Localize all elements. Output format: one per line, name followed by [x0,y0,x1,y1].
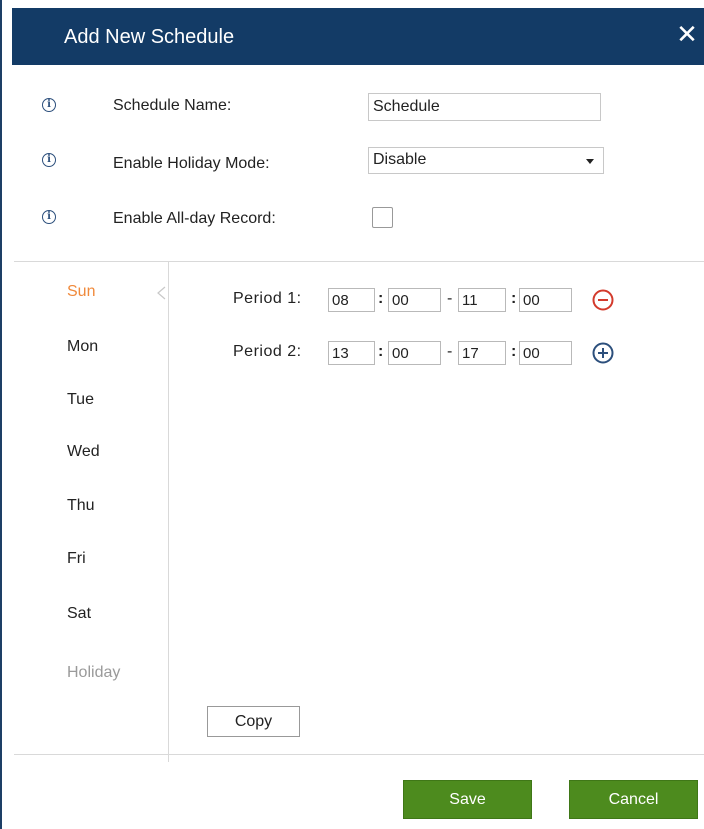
add-schedule-dialog: Add New Schedule ✕ i Schedule Name: i En… [0,0,704,829]
period-1-end-minute-input[interactable] [519,288,572,312]
holiday-mode-value: Disable [373,151,427,168]
info-icon[interactable]: i [42,98,56,112]
day-tab-sat[interactable]: Sat [67,605,91,623]
day-tab-sun[interactable]: Sun [67,283,95,301]
period-1-end-hour-input[interactable] [458,288,506,312]
info-icon[interactable]: i [42,153,56,167]
save-button[interactable]: Save [403,780,532,819]
close-icon[interactable]: ✕ [674,21,700,47]
bottom-divider [14,754,704,755]
holiday-mode-label: Enable Holiday Mode: [113,155,270,172]
day-tab-thu[interactable]: Thu [67,497,95,515]
time-colon: : [378,290,384,307]
day-tab-holiday[interactable]: Holiday [67,664,120,682]
holiday-mode-select[interactable]: Disable [368,147,604,174]
cancel-button[interactable]: Cancel [569,780,698,819]
allday-record-checkbox[interactable] [372,207,393,228]
chevron-left-icon [157,286,166,300]
plus-circle-icon[interactable] [592,342,614,364]
minus-circle-icon[interactable] [592,289,614,311]
period-label: Period 1: [233,290,302,307]
time-colon: : [511,290,517,307]
period-2-start-minute-input[interactable] [388,341,441,365]
allday-record-label: Enable All-day Record: [113,210,276,227]
info-icon[interactable]: i [42,210,56,224]
period-1-start-minute-input[interactable] [388,288,441,312]
day-tab-wed[interactable]: Wed [67,443,100,461]
time-colon: : [378,343,384,360]
schedule-name-input[interactable] [368,93,601,121]
time-range-dash: - [447,290,453,307]
dialog-title: Add New Schedule [64,26,235,48]
copy-button[interactable]: Copy [207,706,300,737]
period-2-end-hour-input[interactable] [458,341,506,365]
period-label: Period 2: [233,343,302,360]
caret-down-icon [586,159,594,164]
dialog-header: Add New Schedule ✕ [12,8,704,65]
time-colon: : [511,343,517,360]
day-tab-mon[interactable]: Mon [67,338,98,356]
period-1-start-hour-input[interactable] [328,288,375,312]
time-range-dash: - [447,343,453,360]
top-divider [14,261,704,262]
period-2-start-hour-input[interactable] [328,341,375,365]
period-2-end-minute-input[interactable] [519,341,572,365]
schedule-name-label: Schedule Name: [113,97,232,114]
day-tab-tue[interactable]: Tue [67,391,94,409]
day-tab-fri[interactable]: Fri [67,550,86,568]
days-divider [168,262,169,762]
